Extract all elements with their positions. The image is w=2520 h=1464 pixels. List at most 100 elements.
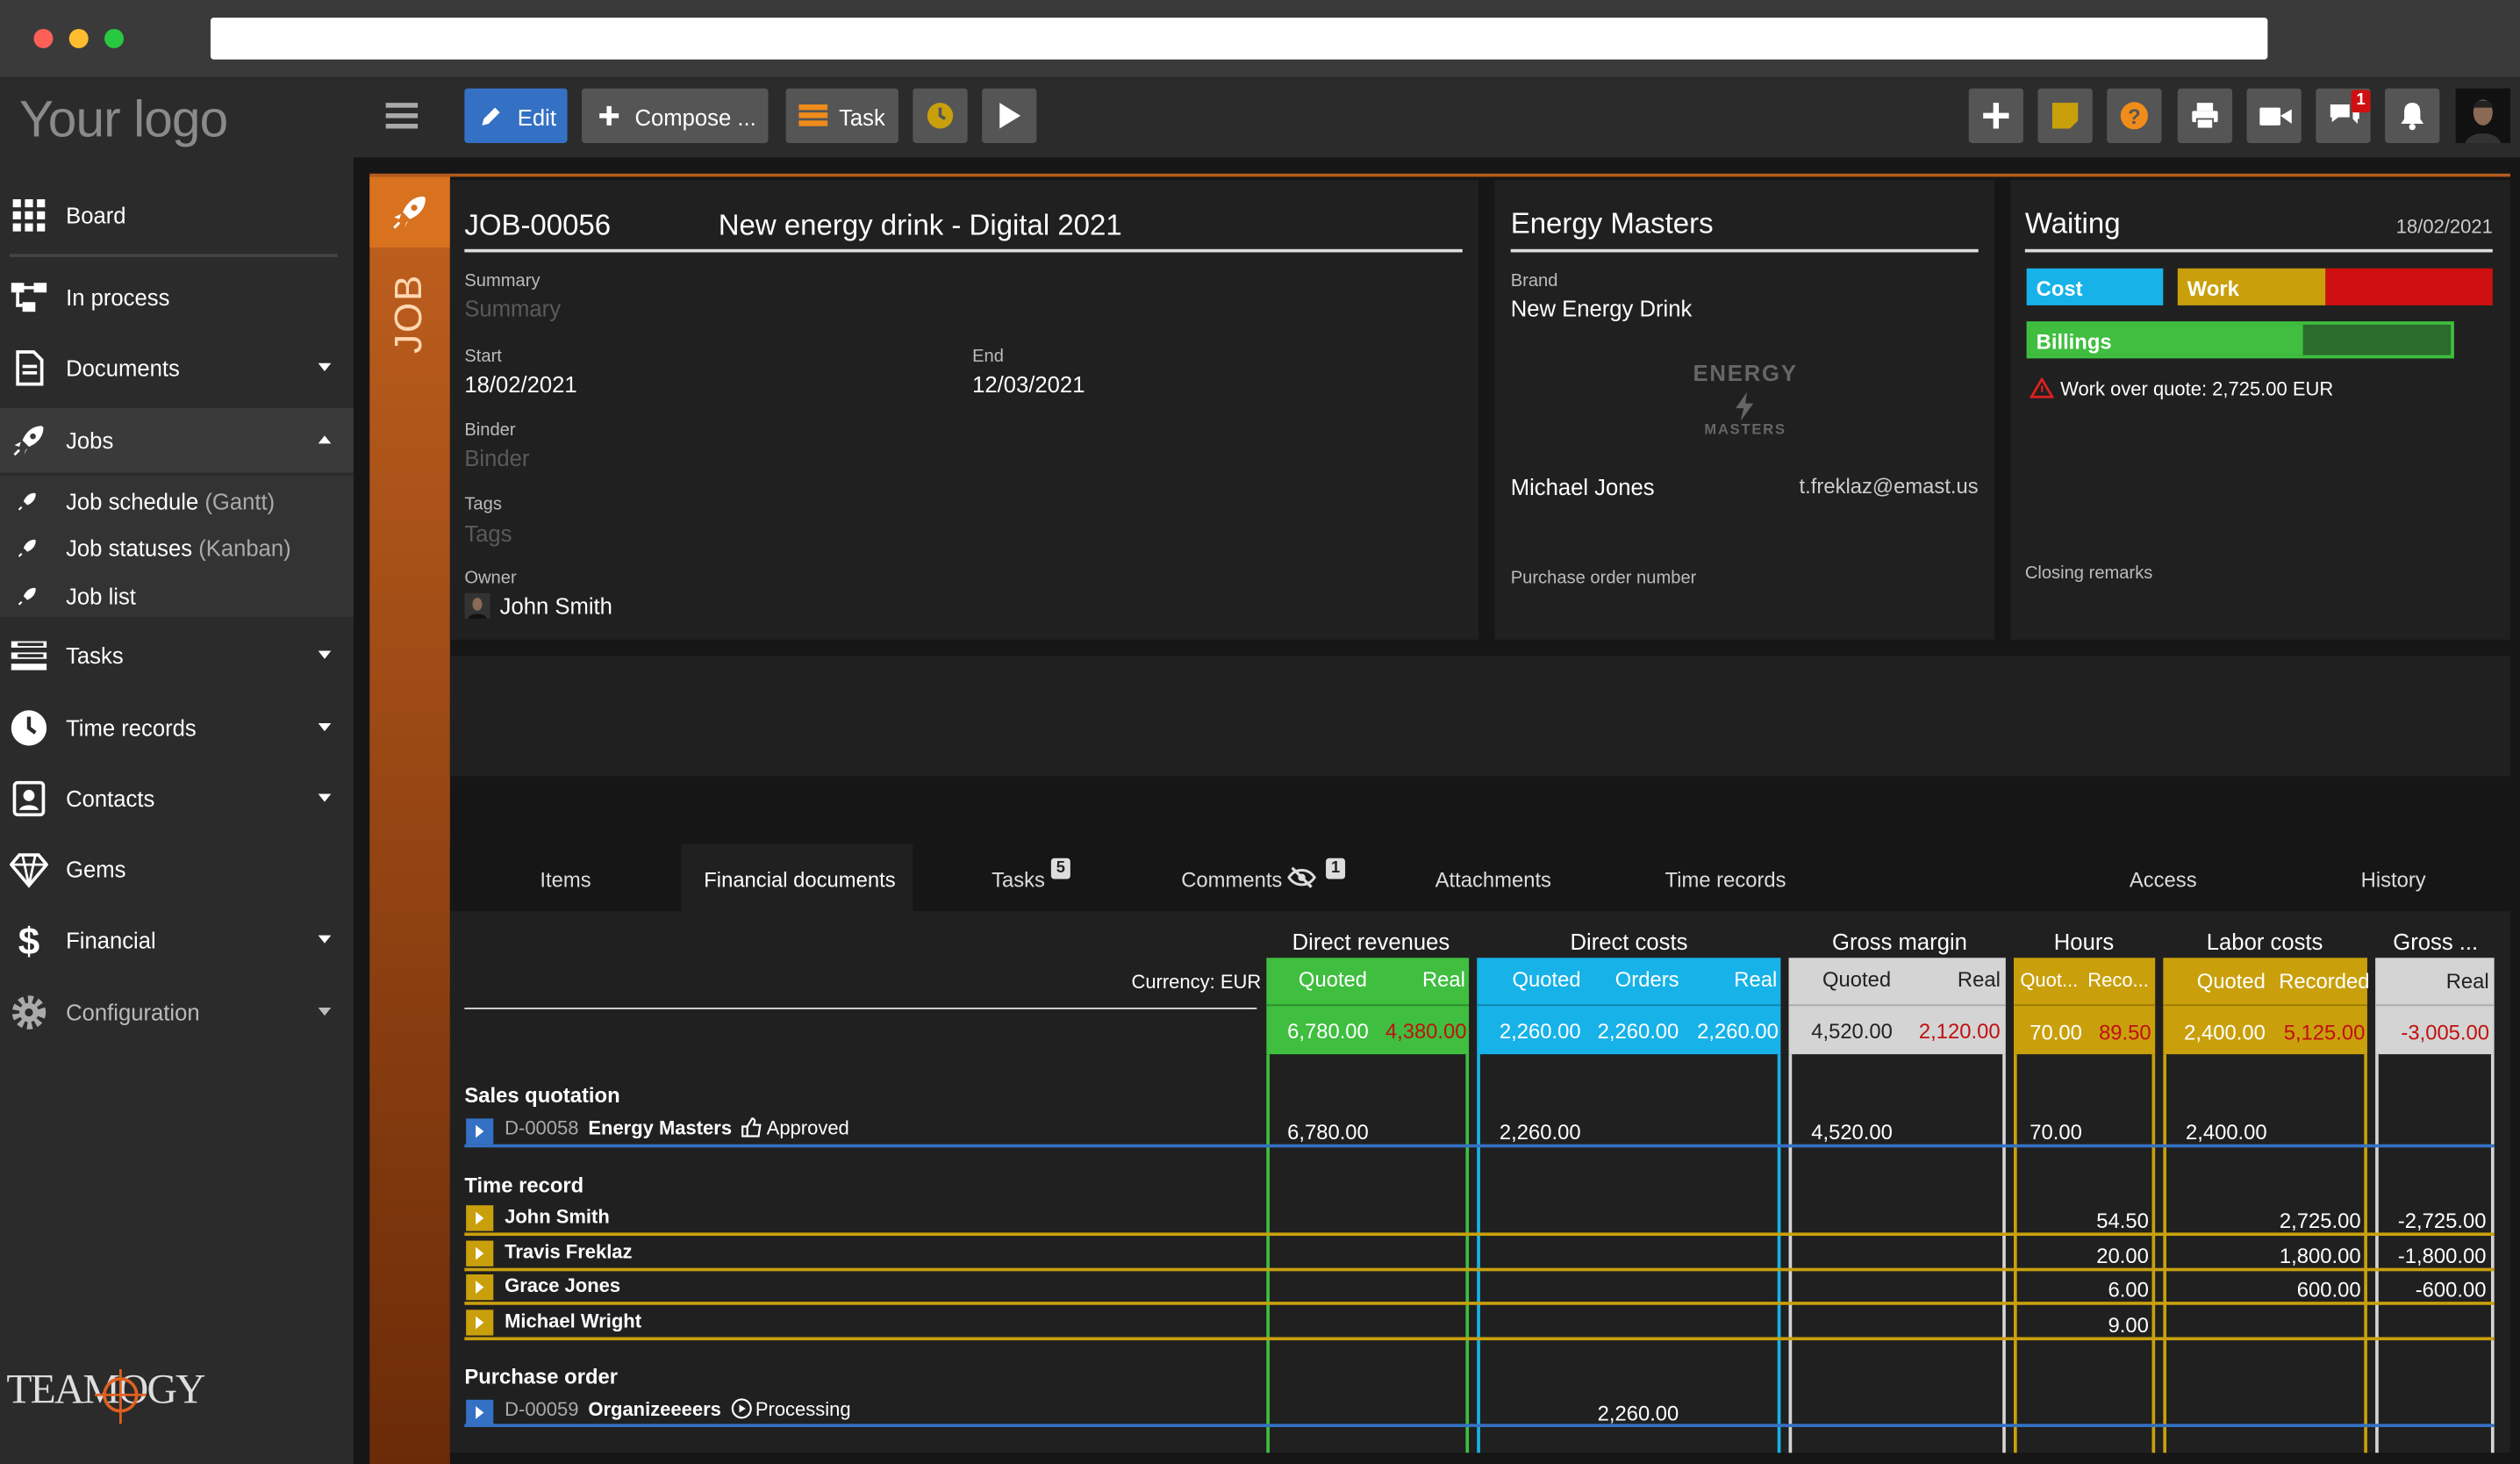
tasks-count-badge: 5 (1050, 858, 1070, 879)
job-title[interactable]: New energy drink - Digital 2021 (719, 209, 1122, 242)
group-gross-profit: Gross ... (2393, 929, 2479, 955)
task-button[interactable]: Task (785, 88, 898, 143)
tab-financial-documents[interactable]: Financial documents (704, 868, 895, 892)
sidebar-item-time-records[interactable]: Time records (0, 696, 354, 760)
status-label[interactable]: Waiting (2025, 207, 2121, 240)
user-avatar[interactable] (2455, 88, 2510, 143)
billings-bar: Billings (2026, 321, 2454, 359)
add-button[interactable] (1968, 88, 2023, 143)
hr-quoted-head[interactable]: Quot... (2020, 969, 2078, 992)
lc-quoted-head[interactable]: Quoted (2197, 969, 2266, 993)
sales-hr: 70.00 (2030, 1120, 2082, 1145)
play-button[interactable] (982, 88, 1037, 143)
start-label: Start (464, 347, 502, 367)
tab-comments[interactable]: Comments (1181, 868, 1282, 892)
sidebar-subitem-job-statuses[interactable]: Job statuses (Kanban) (0, 524, 354, 572)
tab-history[interactable]: History (2361, 868, 2426, 892)
gm-real-head[interactable]: Real (1958, 967, 2001, 991)
expand-row-button[interactable] (466, 1118, 494, 1145)
gm-quoted-head[interactable]: Quoted (1822, 967, 1891, 991)
purchase-order-section: Purchase order (464, 1364, 619, 1389)
video-camera-icon (2259, 107, 2292, 126)
dc-quoted-head[interactable]: Quoted (1513, 967, 1581, 991)
sidebar-subitem-job-list[interactable]: Job list (0, 572, 354, 621)
cost-bar: Cost (2026, 268, 2164, 305)
tags-field[interactable]: Tags (464, 520, 512, 546)
contact-name[interactable]: Michael Jones (1511, 474, 1655, 499)
summary-field[interactable]: Summary (464, 296, 561, 321)
client-underline (1510, 248, 1979, 253)
video-button[interactable] (2246, 88, 2302, 143)
tab-items[interactable]: Items (540, 868, 591, 892)
po-dc-orders: 2,260.00 (1597, 1401, 1679, 1426)
contact-email[interactable]: t.freklaz@emast.us (1703, 474, 1979, 498)
sidebar-item-label: Gems (66, 856, 126, 883)
expand-row-button[interactable] (466, 1310, 494, 1336)
po-party[interactable]: Organizeeeers (588, 1398, 721, 1421)
expand-row-button[interactable] (466, 1274, 494, 1301)
timer-button[interactable] (913, 88, 968, 143)
sales-party[interactable]: Energy Masters (588, 1117, 732, 1140)
client-name[interactable]: Energy Masters (1511, 207, 1714, 240)
compose-button[interactable]: Compose ... (582, 88, 769, 143)
minimize-window-button[interactable] (68, 28, 89, 48)
dr-real-head[interactable]: Real (1422, 967, 1465, 991)
binder-field[interactable]: Binder (464, 445, 529, 470)
clock-icon (11, 710, 47, 746)
bell-icon (2401, 103, 2424, 131)
print-button[interactable] (2177, 88, 2233, 143)
po-doc-number[interactable]: D-00059 (505, 1398, 578, 1421)
time-record-section: Time record (464, 1173, 584, 1198)
chevron-down-icon (318, 650, 332, 659)
close-window-button[interactable] (33, 28, 54, 48)
hr-recorded-head[interactable]: Reco... (2087, 969, 2149, 992)
maximize-window-button[interactable] (104, 28, 125, 48)
start-date[interactable]: 18/02/2021 (464, 371, 576, 397)
printer-icon (2192, 103, 2218, 130)
time-row-name[interactable]: Travis Freklaz (505, 1241, 632, 1264)
dollar-icon: $ (18, 921, 39, 959)
sidebar-item-tasks[interactable]: Tasks (0, 623, 354, 687)
sidebar-divider (9, 254, 338, 257)
sidebar-item-board[interactable]: Board (0, 183, 354, 248)
tab-tasks[interactable]: Tasks (992, 868, 1045, 892)
pencil-icon (482, 107, 500, 126)
tab-attachments[interactable]: Attachments (1435, 868, 1551, 892)
gp-real-head[interactable]: Real (2446, 969, 2489, 993)
owner-name[interactable]: John Smith (500, 593, 612, 619)
sidebar-item-documents[interactable]: Documents (0, 336, 354, 400)
edit-button[interactable]: Edit (464, 88, 568, 143)
sidebar-item-contacts[interactable]: Contacts (0, 766, 354, 830)
expand-row-button[interactable] (466, 1240, 494, 1267)
sidebar-item-gems[interactable]: Gems (0, 837, 354, 901)
dc-orders-head[interactable]: Orders (1615, 967, 1679, 991)
help-button[interactable]: ? (2107, 88, 2162, 143)
time-row-name[interactable]: John Smith (505, 1205, 610, 1228)
notifications-button[interactable] (2385, 88, 2440, 143)
sidebar-item-configuration[interactable]: Configuration (0, 980, 354, 1044)
time-row-name[interactable]: Grace Jones (505, 1274, 620, 1297)
rocket-icon (393, 196, 426, 229)
tab-access[interactable]: Access (2130, 868, 2197, 892)
sidebar-item-in-process[interactable]: In process (0, 265, 354, 329)
sidebar-item-financial[interactable]: $ Financial (0, 908, 354, 972)
end-date[interactable]: 12/03/2021 (972, 371, 1085, 397)
sidebar-subitem-job-schedule[interactable]: Job schedule (Gantt) (0, 477, 354, 526)
sidebar-item-jobs[interactable]: Jobs (0, 408, 354, 473)
brand-name[interactable]: New Energy Drink (1511, 296, 1693, 321)
notes-button[interactable] (2037, 88, 2093, 143)
hamburger-menu-icon[interactable] (385, 101, 419, 130)
binder-label: Binder (464, 420, 516, 441)
expand-row-button[interactable] (466, 1205, 494, 1231)
address-bar[interactable] (210, 18, 2268, 60)
sales-doc-number[interactable]: D-00058 (505, 1117, 578, 1140)
lc-recorded-head[interactable]: Recorded (2279, 969, 2369, 993)
lightning-icon (1736, 391, 1754, 421)
dc-real-head[interactable]: Real (1734, 967, 1777, 991)
tab-time-records[interactable]: Time records (1665, 868, 1786, 892)
dr-quoted-head[interactable]: Quoted (1299, 967, 1367, 991)
expand-row-button[interactable] (466, 1399, 494, 1426)
status-underline (2024, 248, 2493, 253)
time-row-name[interactable]: Michael Wright (505, 1310, 641, 1332)
owner-label: Owner (464, 569, 517, 589)
